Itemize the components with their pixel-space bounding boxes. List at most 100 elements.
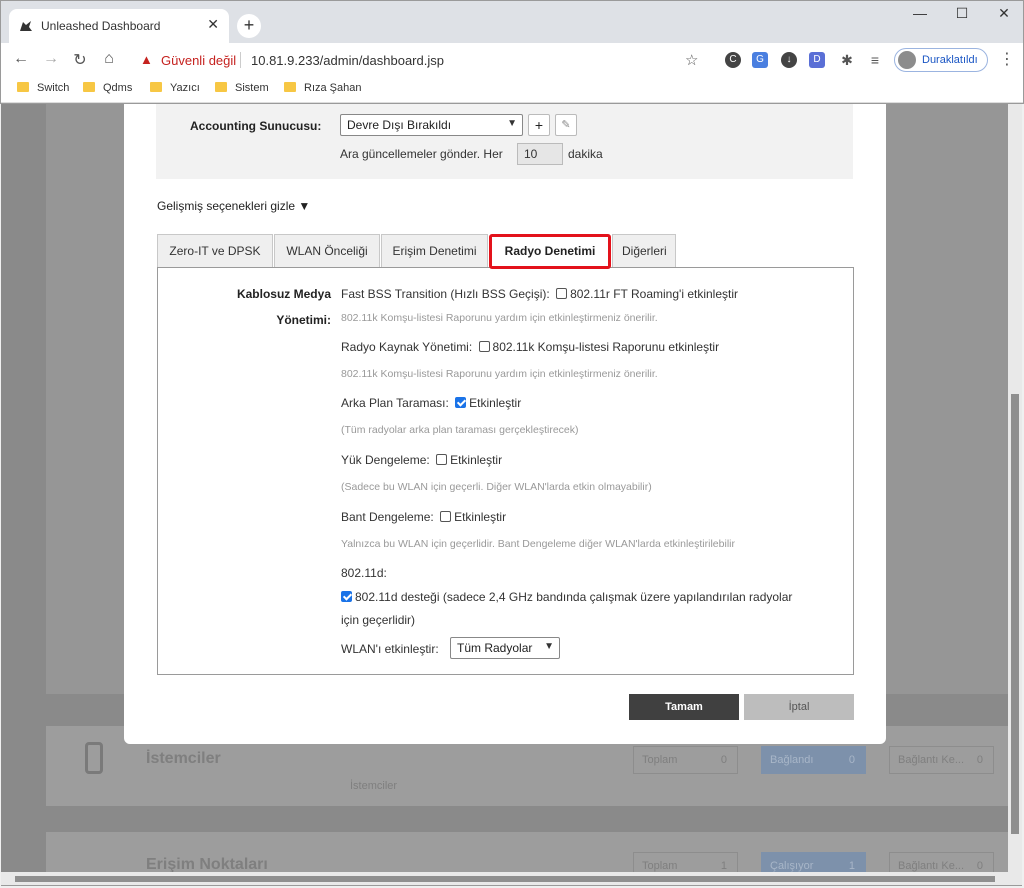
rrm-checkbox[interactable] <box>478 341 490 352</box>
dot11d-label: 802.11d: <box>341 566 387 580</box>
window-close-icon[interactable]: ✕ <box>994 5 1014 22</box>
accounting-label: Accounting Sunucusu: <box>190 119 322 133</box>
edit-server-button[interactable]: ✎ <box>555 114 577 136</box>
bookmarks-bar: Switch Qdms Yazıcı Sistem Rıza Şahan <box>1 77 1023 103</box>
folder-icon <box>150 82 162 92</box>
band-balancing-row: Bant Dengeleme: Etkinleştir <box>341 510 507 524</box>
tab-zero-it[interactable]: Zero-IT ve DPSK <box>157 234 273 268</box>
rrm-row: Radyo Kaynak Yönetimi: 802.11k Komşu-lis… <box>341 340 720 354</box>
home-icon[interactable]: ⌂ <box>99 50 119 68</box>
security-warning[interactable]: Güvenli değil <box>161 53 236 68</box>
close-icon[interactable]: ✕ <box>207 16 219 33</box>
vertical-scrollbar[interactable] <box>1008 104 1022 872</box>
load-balancing-hint: (Sadece bu WLAN için geçerli. Diğer WLAN… <box>341 481 652 493</box>
bookmark-yazici[interactable]: Yazıcı <box>150 82 200 94</box>
scrollbar-thumb[interactable] <box>15 876 995 882</box>
more-menu-icon[interactable]: ⋮ <box>999 49 1015 69</box>
cancel-button[interactable]: İptal <box>744 694 854 720</box>
back-icon[interactable]: ← <box>11 50 31 68</box>
fast-bss-hint: 802.11k Komşu-listesi Raporunu yardım iç… <box>341 312 658 324</box>
download-extension-icon[interactable]: ↓ <box>781 52 797 68</box>
clients-total: Toplam 0 <box>633 746 738 774</box>
interim-update-label: Ara güncellemeler gönder. Her <box>340 147 503 161</box>
add-server-button[interactable]: + <box>528 114 550 136</box>
folder-icon <box>17 82 29 92</box>
d-extension-icon[interactable]: D <box>809 52 825 68</box>
wlan-edit-dialog: Accounting Sunucusu: Devre Dışı Bırakıld… <box>124 104 886 744</box>
omnibox-divider <box>240 52 241 68</box>
chevron-down-icon: ▼ <box>544 641 554 652</box>
clients-title: İstemciler <box>146 750 221 767</box>
rrm-hint: 802.11k Komşu-listesi Raporunu yardım iç… <box>341 368 658 380</box>
maximize-icon[interactable]: ☐ <box>952 5 972 22</box>
ruckus-dog-icon <box>20 21 32 31</box>
section-label-wireless: Kablosuz Medya <box>236 287 331 301</box>
tab-others[interactable]: Diğerleri <box>612 234 676 268</box>
ap-disconnected: Bağlantı Ke... 0 <box>889 852 994 872</box>
ap-running: Çalışıyor 1 <box>761 852 866 872</box>
ap-total: Toplam 1 <box>633 852 738 872</box>
browser-tab[interactable]: Unleashed Dashboard ✕ <box>9 9 229 43</box>
new-tab-button[interactable]: + <box>237 14 261 38</box>
browser-chrome: Unleashed Dashboard ✕ + — ☐ ✕ ← → ↻ ⌂ ▲ … <box>0 0 1024 104</box>
profile-button[interactable]: Duraklatıldı <box>894 48 988 72</box>
accounting-section: Accounting Sunucusu: Devre Dışı Bırakıld… <box>156 104 853 179</box>
folder-icon <box>284 82 296 92</box>
tab-strip: Unleashed Dashboard ✕ + — ☐ ✕ <box>1 1 1023 43</box>
wlan-enable-label: WLAN'ı etkinleştir: <box>341 642 439 656</box>
interim-update-input[interactable]: 10 <box>517 143 563 165</box>
folder-icon <box>215 82 227 92</box>
radio-control-panel: Kablosuz Medya Yönetimi: Fast BSS Transi… <box>157 267 854 675</box>
wlan-enable-select[interactable]: Tüm Radyolar ▼ <box>450 637 560 659</box>
band-balancing-hint: Yalnızca bu WLAN için geçerlidir. Bant D… <box>341 538 735 550</box>
bookmark-sistem[interactable]: Sistem <box>215 82 269 94</box>
extension-c-icon[interactable]: C <box>725 52 741 68</box>
address-bar[interactable]: ▲ Güvenli değil 10.81.9.233/admin/dashbo… <box>131 46 711 74</box>
fast-bss-row: Fast BSS Transition (Hızlı BSS Geçişi): … <box>341 287 738 301</box>
load-balancing-checkbox[interactable] <box>436 454 448 465</box>
dot11d-checkbox[interactable] <box>341 591 352 602</box>
bookmark-qdms[interactable]: Qdms <box>83 82 132 94</box>
horizontal-scrollbar[interactable] <box>1 872 1022 886</box>
folder-icon <box>83 82 95 92</box>
load-balancing-row: Yük Dengeleme: Etkinleştir <box>341 453 503 467</box>
tab-wlan-priority[interactable]: WLAN Önceliği <box>274 234 380 268</box>
scrollbar-thumb[interactable] <box>1011 394 1019 834</box>
avatar <box>898 51 916 69</box>
clients-disconnected: Bağlantı Ke... 0 <box>889 746 994 774</box>
ok-button[interactable]: Tamam <box>629 694 739 720</box>
fast-bss-checkbox[interactable] <box>556 288 568 299</box>
url-text[interactable]: 10.81.9.233/admin/dashboard.jsp <box>251 53 444 68</box>
background-scan-hint: (Tüm radyolar arka plan taraması gerçekl… <box>341 424 579 436</box>
profile-status: Duraklatıldı <box>922 54 978 66</box>
tab-access-control[interactable]: Erişim Denetimi <box>381 234 488 268</box>
section-label-management: Yönetimi: <box>276 313 331 327</box>
advanced-options-toggle[interactable]: Gelişmiş seçenekleri gizle ▼ <box>157 199 310 213</box>
clients-connected: Bağlandı 0 <box>761 746 866 774</box>
translate-extension-icon[interactable]: G <box>752 52 768 68</box>
forward-icon[interactable]: → <box>41 50 61 68</box>
tab-title: Unleashed Dashboard <box>41 19 161 33</box>
chevron-down-icon: ▼ <box>507 118 517 129</box>
reading-list-icon[interactable]: ≡ <box>867 52 883 68</box>
bookmark-star-icon[interactable]: ☆ <box>685 51 698 69</box>
bookmark-switch[interactable]: Switch <box>17 82 69 94</box>
background-scan-checkbox[interactable] <box>455 397 467 408</box>
reload-icon[interactable]: ↻ <box>70 50 90 70</box>
access-points-widget: Erişim Noktaları Toplam 1 Çalışıyor 1 Bağl… <box>46 832 1008 872</box>
accounting-server-select[interactable]: Devre Dışı Bırakıldı ▼ <box>340 114 523 136</box>
phone-icon <box>85 742 103 774</box>
dot11d-row-continued: için geçerlidir) <box>341 613 416 627</box>
tab-radio-control[interactable]: Radyo Denetimi <box>489 234 611 269</box>
warning-icon: ▲ <box>140 52 153 67</box>
clients-subtitle: İstemciler <box>350 780 398 792</box>
bookmark-riza-sahan[interactable]: Rıza Şahan <box>284 82 361 94</box>
minimize-icon[interactable]: — <box>910 5 930 21</box>
background-scan-row: Arka Plan Taraması: Etkinleştir <box>341 396 522 410</box>
dot11d-row: 802.11d desteği (sadece 2,4 GHz bandında… <box>338 590 792 604</box>
browser-toolbar: ← → ↻ ⌂ ▲ Güvenli değil 10.81.9.233/admi… <box>1 43 1023 77</box>
band-balancing-checkbox[interactable] <box>440 511 452 522</box>
access-points-title: Erişim Noktaları <box>146 856 268 872</box>
puzzle-extensions-icon[interactable]: ✱ <box>839 52 855 68</box>
interim-update-unit: dakika <box>568 147 603 161</box>
